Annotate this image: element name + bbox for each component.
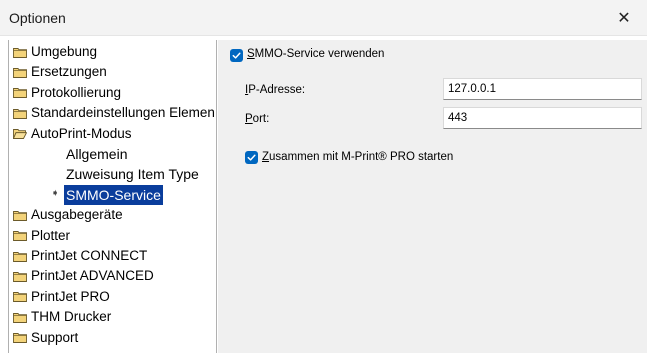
tree-item-support[interactable]: Support: [13, 328, 78, 348]
tree-item-plotter[interactable]: Plotter: [13, 226, 70, 246]
folder-icon: [13, 271, 27, 282]
tree-item-label: PrintJet CONNECT: [31, 248, 148, 263]
tree-item-label: SMMO-Service: [64, 184, 163, 205]
folder-icon: [13, 108, 27, 119]
use-service-label[interactable]: SMMO-Service verwenden: [247, 48, 384, 60]
folder-icon: [13, 88, 27, 99]
folder-icon: [13, 210, 27, 221]
use-service-checkbox[interactable]: [230, 49, 243, 62]
ip-address-label: IP-Adresse:: [245, 84, 306, 96]
folder-icon: [13, 292, 27, 303]
smmo-service-panel: SMMO-Service verwenden IP-Adresse: 127.0…: [218, 40, 647, 353]
tree-item-label: Standardeinstellungen Elemen: [31, 105, 215, 121]
start-with-mprint-checkbox[interactable]: [245, 151, 258, 164]
tree-item-protokollierung[interactable]: Protokollierung: [13, 83, 121, 103]
start-with-mprint-label[interactable]: Zusammen mit M-Print® PRO starten: [262, 151, 453, 163]
folder-icon: [13, 231, 27, 242]
title-bar: Optionen ✕: [0, 0, 647, 36]
tree-item-ersetzungen[interactable]: Ersetzungen: [13, 62, 107, 82]
tree-item-label: PrintJet ADVANCED: [31, 268, 154, 284]
tree-item-allgemein[interactable]: Allgemein: [66, 144, 127, 164]
tree-item-label: Plotter: [31, 227, 71, 243]
folder-icon: [13, 67, 27, 78]
tree-item-autoprint-modus[interactable]: AutoPrint-Modus: [13, 124, 132, 144]
tree-item-label: AutoPrint-Modus: [31, 125, 132, 141]
tree-item-label: Support: [31, 329, 79, 345]
tree-item-label: Umgebung: [31, 44, 98, 59]
folder-icon: [13, 312, 27, 323]
tree-item-label: THM Drucker: [31, 309, 112, 325]
tree-item-thm-drucker[interactable]: THM Drucker: [13, 307, 111, 327]
folder-open-icon: [13, 129, 27, 140]
tree-item-label: Protokollierung: [31, 84, 122, 100]
close-icon: ✕: [617, 10, 631, 27]
tree-item-ausgabegeräte[interactable]: Ausgabegeräte: [13, 205, 123, 225]
folder-icon: [13, 333, 27, 344]
options-tree[interactable]: Umgebung Ersetzungen Protokollierung Standa…: [8, 40, 217, 353]
tree-item-smmo-service[interactable]: SMMO-Service: [64, 184, 163, 205]
tree-item-printjet-advanced[interactable]: PrintJet ADVANCED: [13, 266, 154, 286]
tree-item-label: Ausgabegeräte: [31, 207, 123, 223]
tree-item-label: Zuweisung Item Type: [66, 166, 199, 183]
folder-icon: [13, 251, 27, 262]
folder-icon: [13, 47, 27, 58]
close-button[interactable]: ✕: [601, 0, 647, 36]
port-input[interactable]: 443: [443, 107, 642, 129]
window-title: Optionen: [9, 10, 66, 26]
tree-item-standardeinstellungen-elemen[interactable]: Standardeinstellungen Elemen: [13, 103, 215, 123]
port-label: Port:: [245, 113, 270, 125]
tree-item-printjet-pro[interactable]: PrintJet PRO: [13, 287, 110, 307]
tree-item-umgebung[interactable]: Umgebung: [13, 42, 97, 62]
tree-item-zuweisung-item-type[interactable]: Zuweisung Item Type: [66, 164, 199, 184]
tree-item-label: Allgemein: [66, 146, 128, 162]
ip-address-input[interactable]: 127.0.0.1: [443, 78, 642, 100]
current-item-arrow-icon: ➧: [51, 187, 60, 199]
tree-item-printjet-connect[interactable]: PrintJet CONNECT: [13, 246, 147, 266]
tree-item-label: Ersetzungen: [31, 64, 107, 80]
tree-item-label: PrintJet PRO: [31, 288, 110, 304]
